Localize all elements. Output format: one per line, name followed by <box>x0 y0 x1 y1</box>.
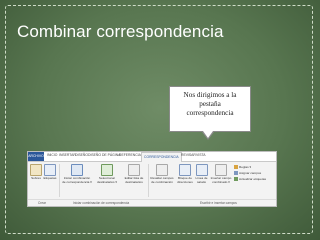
iniciar-combinacion-button[interactable]: Iniciar combinación de correspondencia ▾ <box>61 164 93 184</box>
tab-vista[interactable]: VISTA <box>196 153 206 157</box>
insertar-campo-button[interactable]: Insertar campo combinado ▾ <box>209 164 233 184</box>
labels-icon <box>44 164 56 176</box>
slide-title: Combinar correspondencia <box>17 22 224 41</box>
sobres-button[interactable]: Sobres <box>30 164 42 181</box>
tab-diseno-pagina[interactable]: DISEÑO DE PÁGINA <box>88 153 120 157</box>
group-escribir: Escribir e insertar campos <box>200 201 237 205</box>
seleccionar-destinatarios-button[interactable]: Seleccionar destinatarios ▾ <box>94 164 120 184</box>
document-icon <box>71 164 83 176</box>
sobres-label: Sobres <box>31 176 41 180</box>
group-iniciar: Iniciar combinación de correspondencia <box>73 201 130 205</box>
tab-archivo[interactable]: ARCHIVO <box>28 152 44 161</box>
insert-field-icon <box>215 164 227 176</box>
reglas-label: Reglas ▾ <box>239 165 252 169</box>
editar-lista-button[interactable]: Editar lista de destinatarios <box>121 164 147 184</box>
highlight-icon <box>156 164 168 176</box>
etiquetas-button[interactable]: Etiquetas <box>43 164 57 181</box>
callout-line-2: pestaña <box>199 100 221 108</box>
rules-icon <box>234 165 238 170</box>
ribbon-commands: Sobres Etiquetas Iniciar combinación de … <box>28 162 276 199</box>
separator <box>59 164 60 197</box>
update-labels-icon <box>234 177 238 182</box>
callout-box: Nos dirigimos a la pestaña correspondenc… <box>169 86 251 140</box>
actualizar-etiquetas-button[interactable]: Actualizar etiquetas <box>234 176 266 182</box>
seleccionar-label-2: destinatarios ▾ <box>97 179 117 184</box>
edit-list-icon <box>128 164 140 176</box>
word-ribbon: ARCHIVO INICIO INSERTAR DISEÑO DISEÑO DE… <box>27 151 277 207</box>
linea-saludo-button[interactable]: Línea de saludo <box>195 164 208 184</box>
bloque-direcciones-button[interactable]: Bloque de direcciones <box>176 164 194 184</box>
resaltar-campos-button[interactable]: Resaltar campos de combinación <box>149 164 175 184</box>
ribbon-tabs: ARCHIVO INICIO INSERTAR DISEÑO DISEÑO DE… <box>28 152 276 162</box>
actualizar-label: Actualizar etiquetas <box>239 177 266 181</box>
bloque-label-2: direcciones <box>177 179 193 184</box>
greeting-line-icon <box>195 164 208 176</box>
ribbon-group-labels: Crear Iniciar combinación de corresponde… <box>28 199 276 206</box>
match-fields-icon <box>234 171 238 176</box>
tab-insertar[interactable]: INSERTAR <box>59 153 76 157</box>
asignar-label: Asignar campos <box>239 171 262 175</box>
etiquetas-label: Etiquetas <box>43 176 57 180</box>
resaltar-label-2: de combinación <box>151 179 173 184</box>
callout-line-1: Nos dirigimos a la <box>183 91 237 99</box>
address-block-icon <box>179 164 191 176</box>
tab-diseno[interactable]: DISEÑO <box>75 153 88 157</box>
callout-line-3: correspondencia <box>186 109 234 117</box>
editar-label-2: destinatarios <box>125 179 143 184</box>
insertar-label-2: combinado ▾ <box>212 179 230 184</box>
linea-label-2: saludo <box>196 179 207 184</box>
tab-correspondencia[interactable]: CORRESPONDENCIA <box>141 152 182 162</box>
group-crear: Crear <box>38 201 46 205</box>
small-commands: Reglas ▾ Asignar campos Actualizar etiqu… <box>234 164 266 182</box>
callout-tail <box>203 131 213 138</box>
envelope-icon <box>30 164 42 176</box>
tab-inicio[interactable]: INICIO <box>47 153 57 157</box>
tab-revisar[interactable]: REVISAR <box>181 153 196 157</box>
tab-referencias[interactable]: REFERENCIAS <box>119 153 143 157</box>
iniciar-label-2: de correspondencia ▾ <box>62 179 92 184</box>
recipients-icon <box>101 164 113 176</box>
